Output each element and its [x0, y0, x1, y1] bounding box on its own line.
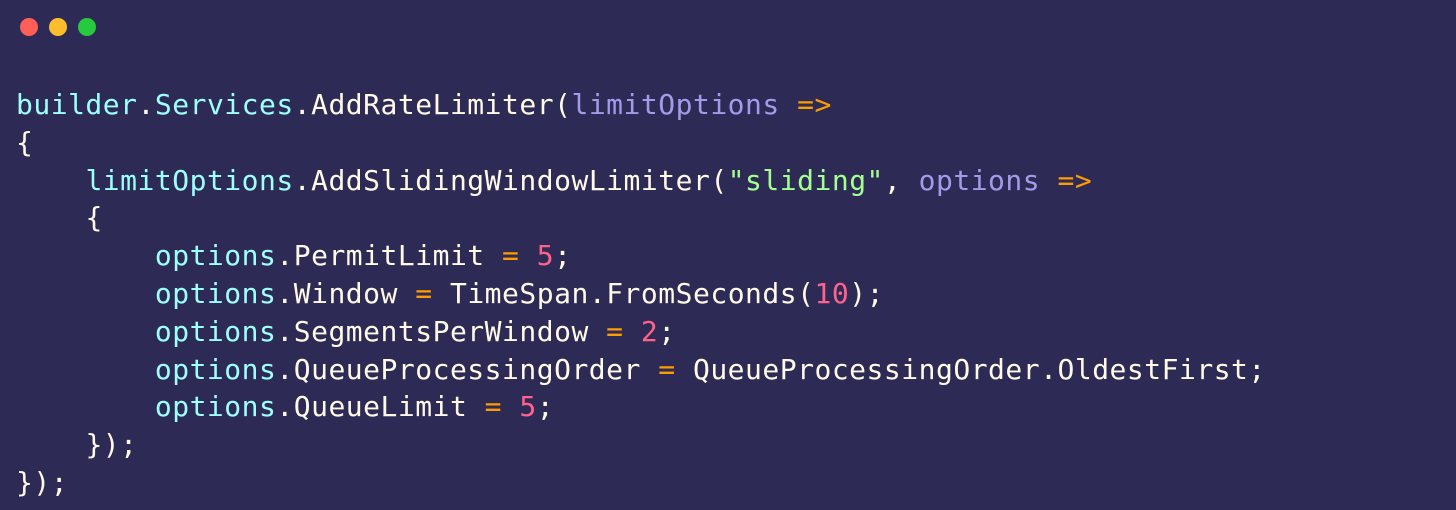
- maximize-icon[interactable]: [78, 18, 96, 36]
- token-rbrace: }: [85, 428, 102, 461]
- code-line-9: options.QueueLimit = 5;: [16, 390, 554, 423]
- token-semicolon: ;: [658, 315, 675, 348]
- code-line-4: {: [16, 201, 103, 234]
- token-number-5: 5: [537, 239, 554, 272]
- token-rparen: ): [103, 428, 120, 461]
- token-lbrace: {: [85, 201, 102, 234]
- token-options: options: [155, 353, 277, 386]
- token-dot: .: [294, 88, 311, 121]
- token-number-5: 5: [519, 390, 536, 423]
- token-builder: builder: [16, 88, 138, 121]
- code-window: builder.Services.AddRateLimiter(limitOpt…: [0, 0, 1456, 510]
- token-permitlimit: PermitLimit: [294, 239, 485, 272]
- code-line-11: });: [16, 466, 68, 499]
- token-number-10: 10: [814, 277, 849, 310]
- token-semicolon: ;: [554, 239, 571, 272]
- token-dot: .: [276, 277, 293, 310]
- token-equals: =: [485, 239, 537, 272]
- token-lbrace: {: [16, 126, 33, 159]
- token-dot: .: [1040, 353, 1057, 386]
- code-line-10: });: [16, 428, 138, 461]
- token-addratelimiter: AddRateLimiter: [311, 88, 554, 121]
- token-rparen: ): [33, 466, 50, 499]
- token-semicolon: ;: [51, 466, 68, 499]
- token-dot: .: [276, 353, 293, 386]
- token-indent: [16, 390, 155, 423]
- token-comma: ,: [884, 164, 919, 197]
- token-equals: =: [589, 315, 641, 348]
- code-line-8: options.QueueProcessingOrder = QueueProc…: [16, 353, 1266, 386]
- window-titlebar: [0, 0, 1456, 36]
- token-services: Services: [155, 88, 294, 121]
- token-indent: [16, 315, 155, 348]
- token-semicolon: ;: [537, 390, 554, 423]
- token-arrow: =>: [1040, 164, 1092, 197]
- token-queueprocessingorder: QueueProcessingOrder: [294, 353, 641, 386]
- token-options: options: [155, 390, 277, 423]
- token-semicolon: ;: [867, 277, 884, 310]
- token-equals: =: [398, 277, 450, 310]
- token-number-2: 2: [641, 315, 658, 348]
- code-line-7: options.SegmentsPerWindow = 2;: [16, 315, 676, 348]
- token-indent: [16, 277, 155, 310]
- token-dot: .: [276, 239, 293, 272]
- minimize-icon[interactable]: [49, 18, 67, 36]
- close-icon[interactable]: [20, 18, 38, 36]
- token-equals: =: [467, 390, 519, 423]
- token-indent: [16, 201, 85, 234]
- token-options: options: [155, 277, 277, 310]
- token-options: options: [155, 315, 277, 348]
- token-string-sliding: "sliding": [728, 164, 884, 197]
- token-options: options: [155, 239, 277, 272]
- token-dot: .: [138, 88, 155, 121]
- token-dot: .: [589, 277, 606, 310]
- token-lparen: (: [710, 164, 727, 197]
- token-rparen: ): [849, 277, 866, 310]
- token-indent: [16, 428, 85, 461]
- token-dot: .: [294, 164, 311, 197]
- token-addslidingwindowlimiter: AddSlidingWindowLimiter: [311, 164, 710, 197]
- code-line-2: {: [16, 126, 33, 159]
- token-lparen: (: [797, 277, 814, 310]
- token-limitoptions: limitOptions: [85, 164, 293, 197]
- token-indent: [16, 239, 155, 272]
- token-lparen: (: [554, 88, 571, 121]
- token-queueprocessingorder-type: QueueProcessingOrder: [693, 353, 1040, 386]
- token-oldestfirst: OldestFirst: [1057, 353, 1248, 386]
- token-segmentsperwindow: SegmentsPerWindow: [294, 315, 589, 348]
- code-line-6: options.Window = TimeSpan.FromSeconds(10…: [16, 277, 884, 310]
- token-semicolon: ;: [1248, 353, 1265, 386]
- code-line-3: limitOptions.AddSlidingWindowLimiter("sl…: [16, 164, 1092, 197]
- token-window: Window: [294, 277, 398, 310]
- token-arrow: =>: [780, 88, 832, 121]
- code-line-5: options.PermitLimit = 5;: [16, 239, 571, 272]
- token-options: options: [919, 164, 1041, 197]
- token-dot: .: [276, 315, 293, 348]
- token-rbrace: }: [16, 466, 33, 499]
- token-dot: .: [276, 390, 293, 423]
- token-timespan: TimeSpan: [450, 277, 589, 310]
- token-indent: [16, 164, 85, 197]
- token-equals: =: [641, 353, 693, 386]
- token-limitoptions: limitOptions: [571, 88, 779, 121]
- token-fromseconds: FromSeconds: [606, 277, 797, 310]
- token-semicolon: ;: [120, 428, 137, 461]
- code-content: builder.Services.AddRateLimiter(limitOpt…: [0, 36, 1456, 510]
- code-line-1: builder.Services.AddRateLimiter(limitOpt…: [16, 88, 832, 121]
- token-queuelimit: QueueLimit: [294, 390, 468, 423]
- token-indent: [16, 353, 155, 386]
